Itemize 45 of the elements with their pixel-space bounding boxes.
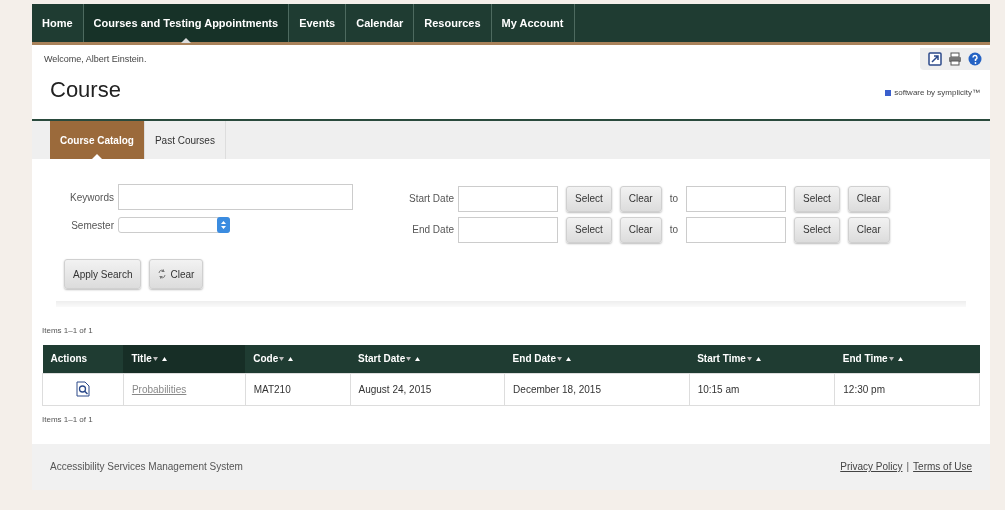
nav-link[interactable]: Resources [414,4,492,42]
nav-link[interactable]: Home [32,4,84,42]
course-title-link[interactable]: Probabilities [131,383,187,395]
table-cell: December 18, 2015 [504,373,690,405]
footer-text: Accessibility Services Management System [50,460,243,474]
column-header[interactable]: Code [245,345,350,373]
column-header[interactable]: End Date [504,345,690,373]
table-cell: 10:15 am [689,373,835,405]
select-button[interactable]: Select [794,185,840,212]
clear-button[interactable]: Clear [619,185,662,212]
field-label: Keywords [69,190,114,205]
link-separator: | [906,460,910,474]
welcome-text: Welcome, Albert Einstein. [44,53,147,66]
table-cell: MAT210 [245,373,350,405]
page-title: Course [50,75,121,104]
clear-button[interactable]: Clear [847,216,890,243]
column-header[interactable]: Start Time [689,345,835,373]
brand-text: software by symplicity™ [894,87,980,99]
tab[interactable]: Course Catalog [50,121,145,159]
field-label: Start Date [407,192,454,206]
to-label: to [669,192,679,206]
nav-link[interactable]: Events [289,4,347,42]
table-cell: 12:30 pm [834,373,980,405]
nav-link[interactable]: Calendar [346,4,415,42]
clear-button[interactable]: Clear [619,216,662,243]
field-label: End Date [411,223,454,237]
field-label: Semester [70,218,114,233]
column-header[interactable]: End Time [834,345,980,373]
column-header: Actions [42,345,124,373]
nav-link[interactable]: My Account [491,4,575,42]
clear-button[interactable]: Clear [149,259,204,289]
nav-link[interactable]: Courses and Testing Appointments [83,4,290,42]
item-count: Items 1–1 of 1 [32,405,990,434]
select-button[interactable]: Select [566,216,612,243]
footer-link[interactable]: Privacy Policy [840,459,903,474]
apply-search-button[interactable]: Apply Search [64,259,142,289]
column-header[interactable]: Start Date [350,345,505,373]
clear-button[interactable]: Clear [847,185,890,212]
select-button[interactable]: Select [794,216,840,243]
select-button[interactable]: Select [566,185,612,212]
item-count: Items 1–1 of 1 [32,317,990,345]
footer-link[interactable]: Terms of Use [913,459,972,474]
column-header[interactable]: Title [123,345,246,373]
to-label: to [669,223,679,237]
table-cell: August 24, 2015 [350,373,505,405]
